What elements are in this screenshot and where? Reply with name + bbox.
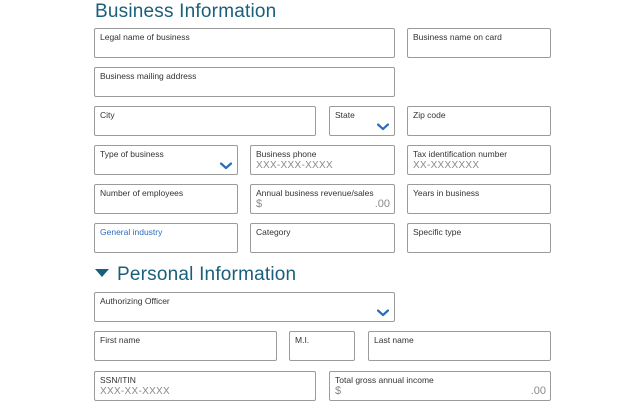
total-gross-income-label: Total gross annual income — [335, 375, 434, 385]
tax-id-field[interactable]: Tax identification number XX-XXXXXXX — [407, 145, 551, 175]
caret-down-icon — [95, 269, 109, 277]
middle-initial-field[interactable]: M.I. — [289, 331, 355, 361]
income-cents-suffix: .00 — [530, 385, 546, 397]
business-phone-field[interactable]: Business phone XXX-XXX-XXXX — [250, 145, 395, 175]
revenue-cents-suffix: .00 — [374, 198, 390, 210]
authorizing-officer-label: Authorizing Officer — [100, 296, 170, 306]
first-name-field[interactable]: First name — [94, 331, 277, 361]
zip-code-label: Zip code — [413, 110, 446, 120]
specific-type-field[interactable]: Specific type — [407, 223, 551, 253]
legal-name-field[interactable]: Legal name of business — [94, 28, 395, 58]
general-industry-label: General industry — [100, 227, 163, 237]
mailing-address-field[interactable]: Business mailing address — [94, 67, 395, 97]
tax-id-label: Tax identification number — [413, 149, 508, 159]
specific-type-label: Specific type — [413, 227, 462, 237]
zip-code-field[interactable]: Zip code — [407, 106, 551, 136]
revenue-currency-symbol: $ — [256, 198, 263, 210]
type-of-business-select[interactable]: Type of business — [94, 145, 238, 175]
first-name-label: First name — [100, 335, 141, 345]
authorizing-officer-select[interactable]: Authorizing Officer — [94, 292, 395, 322]
number-of-employees-label: Number of employees — [100, 188, 184, 198]
number-of-employees-field[interactable]: Number of employees — [94, 184, 238, 214]
years-in-business-field[interactable]: Years in business — [407, 184, 551, 214]
annual-revenue-label: Annual business revenue/sales — [256, 188, 374, 198]
category-field[interactable]: Category — [250, 223, 395, 253]
mailing-address-label: Business mailing address — [100, 71, 197, 81]
business-phone-label: Business phone — [256, 149, 317, 159]
personal-information-toggle[interactable]: Personal Information — [95, 264, 296, 286]
last-name-label: Last name — [374, 335, 414, 345]
middle-initial-label: M.I. — [295, 335, 310, 345]
name-on-card-field[interactable]: Business name on card — [407, 28, 551, 58]
type-of-business-label: Type of business — [100, 149, 164, 159]
chevron-down-icon — [377, 123, 389, 131]
total-gross-income-field[interactable]: Total gross annual income $ .00 — [329, 371, 551, 401]
ssn-itin-label: SSN/ITIN — [100, 375, 136, 385]
state-select[interactable]: State — [329, 106, 395, 136]
business-phone-placeholder: XXX-XXX-XXXX — [256, 160, 333, 171]
business-information-heading: Business Information — [95, 1, 277, 22]
ssn-itin-placeholder: XXX-XX-XXXX — [100, 386, 170, 397]
last-name-field[interactable]: Last name — [368, 331, 551, 361]
years-in-business-label: Years in business — [413, 188, 480, 198]
general-industry-field[interactable]: General industry — [94, 223, 238, 253]
legal-name-label: Legal name of business — [100, 32, 190, 42]
annual-revenue-field[interactable]: Annual business revenue/sales $ .00 — [250, 184, 395, 214]
income-currency-symbol: $ — [335, 385, 342, 397]
chevron-down-icon — [220, 162, 232, 170]
city-label: City — [100, 110, 115, 120]
chevron-down-icon — [377, 309, 389, 317]
category-label: Category — [256, 227, 291, 237]
ssn-itin-field[interactable]: SSN/ITIN XXX-XX-XXXX — [94, 371, 316, 401]
state-label: State — [335, 110, 355, 120]
personal-information-heading: Personal Information — [117, 264, 297, 285]
tax-id-placeholder: XX-XXXXXXX — [413, 160, 480, 171]
name-on-card-label: Business name on card — [413, 32, 502, 42]
city-field[interactable]: City — [94, 106, 316, 136]
